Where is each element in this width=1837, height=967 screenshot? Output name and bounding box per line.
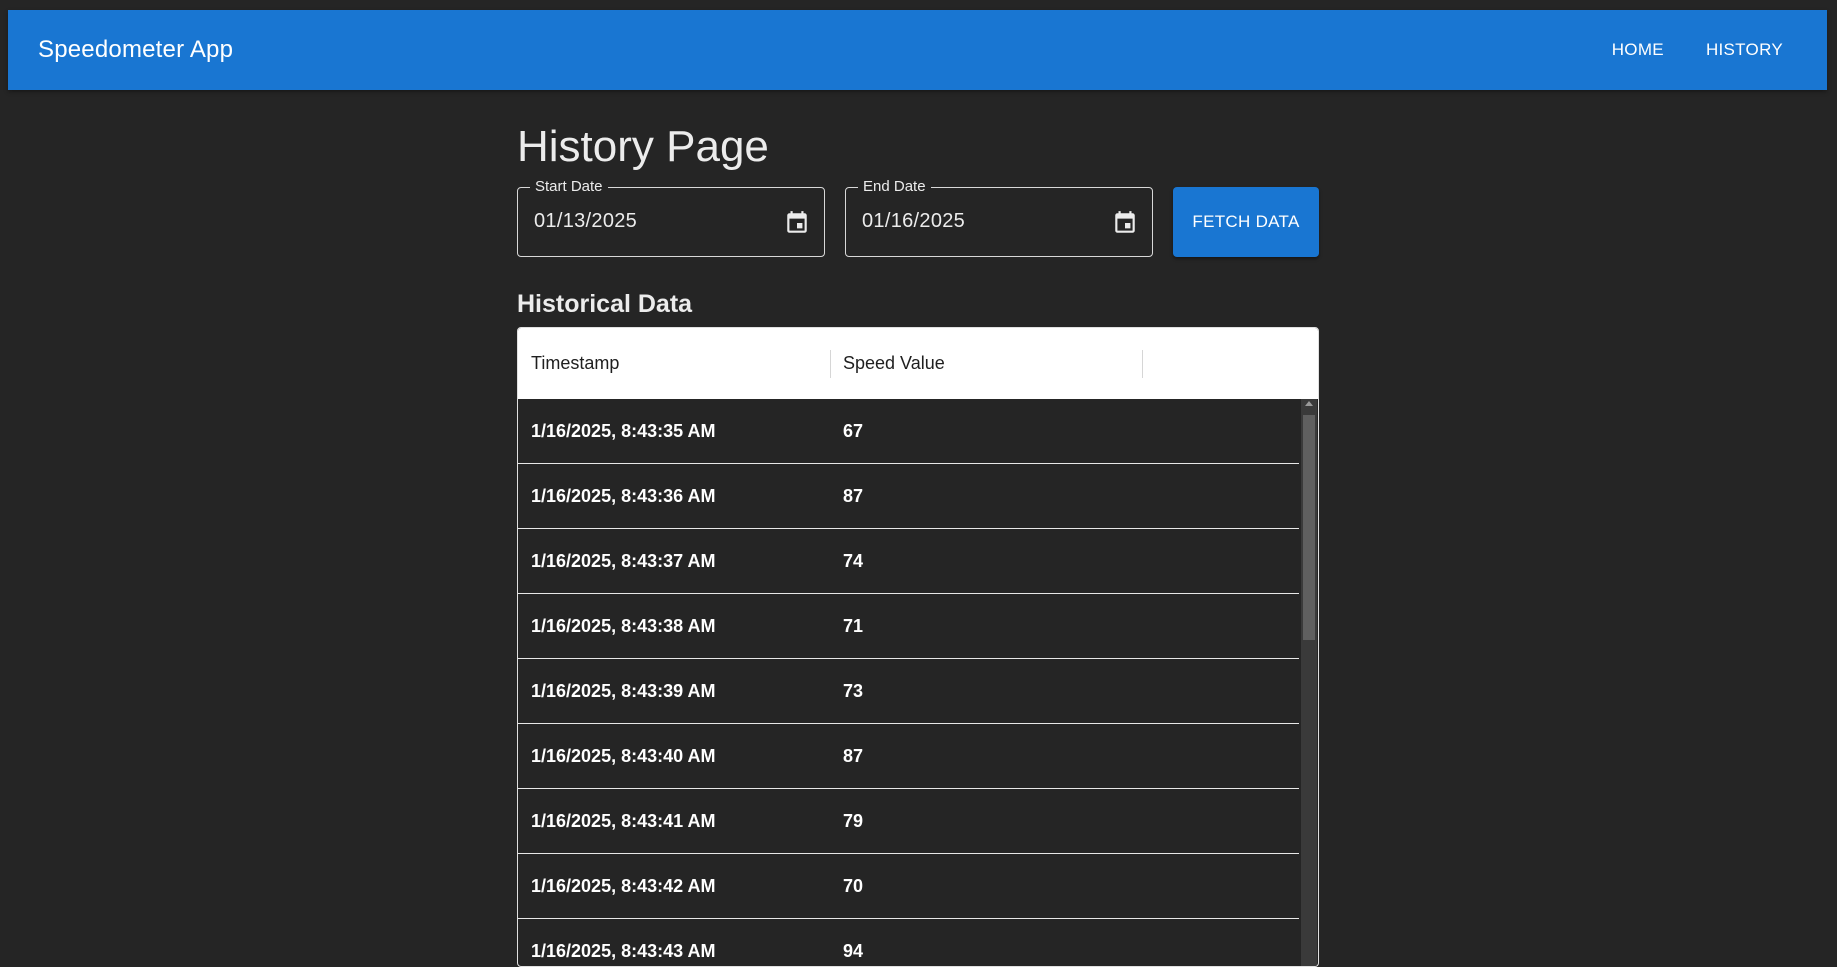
timestamp-cell: 1/16/2025, 8:43:40 AM bbox=[531, 745, 716, 766]
top-nav: HOME HISTORY bbox=[1598, 30, 1797, 70]
table-body: 1/16/2025, 8:43:35 AM 67 1/16/2025, 8:43… bbox=[518, 399, 1318, 966]
table-row[interactable]: 1/16/2025, 8:43:42 AM 70 bbox=[518, 854, 1299, 919]
timestamp-cell: 1/16/2025, 8:43:36 AM bbox=[531, 485, 716, 506]
table-row[interactable]: 1/16/2025, 8:43:43 AM 94 bbox=[518, 919, 1299, 966]
end-date-value[interactable]: 01/16/2025 bbox=[862, 210, 965, 233]
scroll-up-arrow-icon[interactable] bbox=[1305, 401, 1313, 406]
table-row[interactable]: 1/16/2025, 8:43:36 AM 87 bbox=[518, 464, 1299, 529]
timestamp-cell: 1/16/2025, 8:43:41 AM bbox=[531, 810, 716, 831]
speed-cell: 79 bbox=[843, 810, 864, 831]
app-title: Speedometer App bbox=[38, 36, 234, 63]
calendar-icon[interactable] bbox=[784, 210, 810, 236]
timestamp-cell: 1/16/2025, 8:43:35 AM bbox=[531, 420, 716, 441]
speed-cell: 87 bbox=[843, 745, 864, 766]
start-date-field[interactable]: Start Date 01/13/2025 bbox=[517, 178, 825, 257]
table-row[interactable]: 1/16/2025, 8:43:41 AM 79 bbox=[518, 789, 1299, 854]
column-separator[interactable] bbox=[1142, 350, 1143, 378]
table-row[interactable]: 1/16/2025, 8:43:35 AM 67 bbox=[518, 399, 1299, 464]
speed-cell: 73 bbox=[843, 680, 864, 701]
timestamp-cell: 1/16/2025, 8:43:39 AM bbox=[531, 680, 716, 701]
fetch-data-button[interactable]: FETCH DATA bbox=[1173, 187, 1319, 257]
timestamp-cell: 1/16/2025, 8:43:43 AM bbox=[531, 940, 716, 961]
history-table: Timestamp Speed Value 1/16/2025, 8:43:35… bbox=[517, 327, 1319, 967]
scroll-thumb[interactable] bbox=[1303, 415, 1315, 640]
timestamp-cell: 1/16/2025, 8:43:38 AM bbox=[531, 615, 716, 636]
speed-cell: 70 bbox=[843, 875, 864, 896]
app-bar: Speedometer App HOME HISTORY bbox=[8, 10, 1827, 90]
speed-cell: 74 bbox=[843, 550, 864, 571]
date-controls: Start Date 01/13/2025 End Date 01/16/202… bbox=[517, 178, 1319, 257]
calendar-icon[interactable] bbox=[1112, 210, 1138, 236]
speed-cell: 67 bbox=[843, 420, 864, 441]
table-row[interactable]: 1/16/2025, 8:43:37 AM 74 bbox=[518, 529, 1299, 594]
main-content: History Page Start Date 01/13/2025 End D… bbox=[517, 110, 1319, 967]
end-date-label: End Date bbox=[858, 178, 931, 196]
timestamp-cell: 1/16/2025, 8:43:42 AM bbox=[531, 875, 716, 896]
speed-cell: 94 bbox=[843, 940, 864, 961]
table-scrollbar[interactable] bbox=[1301, 399, 1317, 966]
nav-home-button[interactable]: HOME bbox=[1598, 30, 1678, 70]
speed-cell: 87 bbox=[843, 485, 864, 506]
section-title: Historical Data bbox=[517, 290, 693, 318]
start-date-value[interactable]: 01/13/2025 bbox=[534, 210, 637, 233]
timestamp-cell: 1/16/2025, 8:43:37 AM bbox=[531, 550, 716, 571]
start-date-label: Start Date bbox=[530, 178, 608, 196]
speed-cell: 71 bbox=[843, 615, 864, 636]
table-row[interactable]: 1/16/2025, 8:43:39 AM 73 bbox=[518, 659, 1299, 724]
nav-history-button[interactable]: HISTORY bbox=[1692, 30, 1797, 70]
table-row[interactable]: 1/16/2025, 8:43:38 AM 71 bbox=[518, 594, 1299, 659]
page-title: History Page bbox=[517, 122, 769, 171]
end-date-field[interactable]: End Date 01/16/2025 bbox=[845, 178, 1153, 257]
table-header: Timestamp Speed Value bbox=[518, 328, 1318, 399]
column-header-speed[interactable]: Speed Value bbox=[830, 328, 1142, 399]
table-row[interactable]: 1/16/2025, 8:43:40 AM 87 bbox=[518, 724, 1299, 789]
column-header-timestamp[interactable]: Timestamp bbox=[518, 328, 830, 399]
